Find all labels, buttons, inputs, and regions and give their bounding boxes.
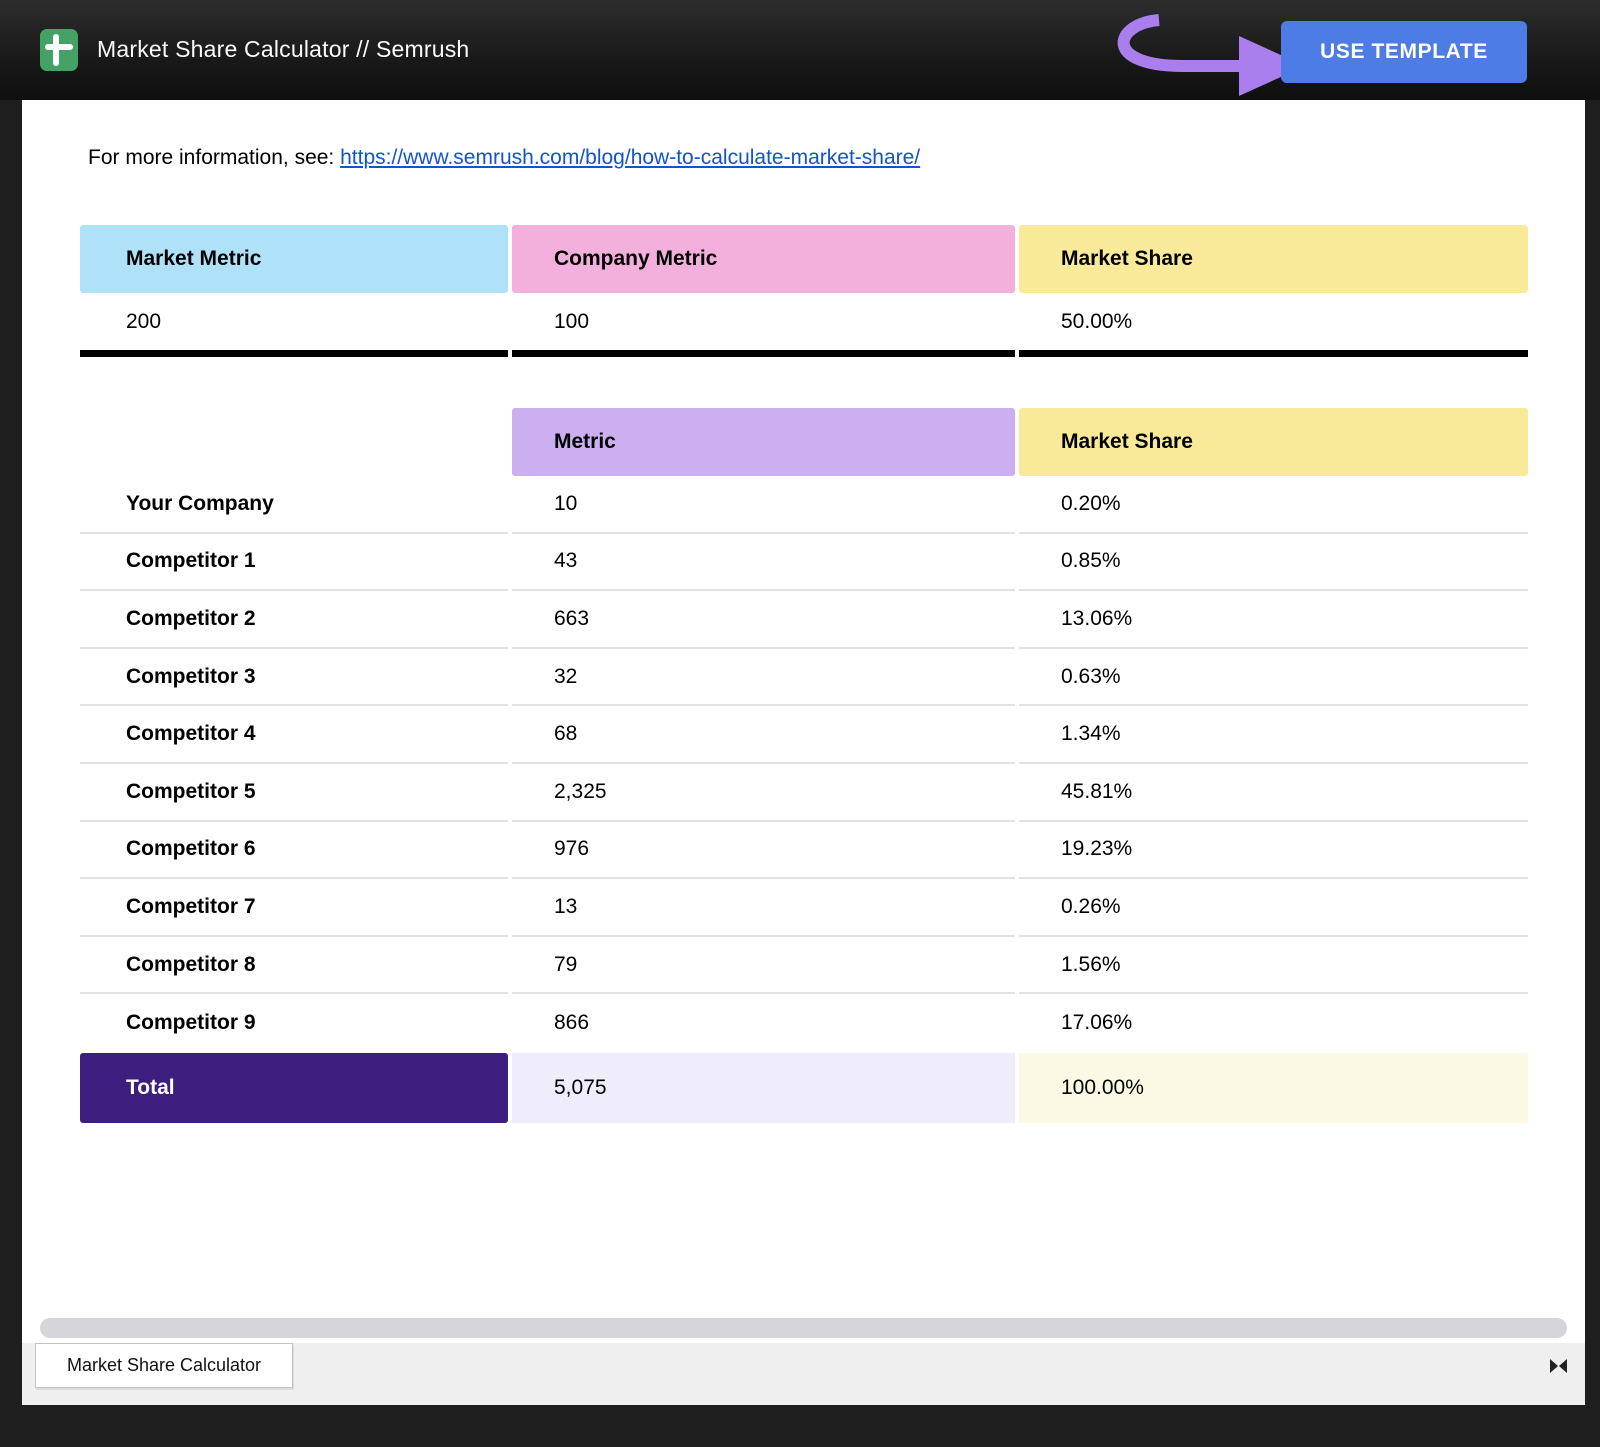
row-label: Competitor 4 <box>80 706 508 764</box>
row-label: Competitor 6 <box>80 822 508 880</box>
table-row: Competitor 5 2,325 45.81% <box>80 764 1528 822</box>
table-row: Your Company 10 0.20% <box>80 476 1528 534</box>
table-row: Competitor 1 43 0.85% <box>80 534 1528 592</box>
row-share-value: 0.26% <box>1019 879 1528 937</box>
row-share-value: 0.85% <box>1019 534 1528 592</box>
row-metric-value: 866 <box>512 994 1015 1052</box>
blog-link[interactable]: https://www.semrush.com/blog/how-to-calc… <box>340 146 920 169</box>
table-row: Competitor 9 866 17.06% <box>80 994 1528 1052</box>
total-row: Total 5,075 100.00% <box>80 1053 1528 1123</box>
top-bar: Market Share Calculator // Semrush USE T… <box>0 0 1600 100</box>
table-row: Competitor 2 663 13.06% <box>80 591 1528 649</box>
row-label: Competitor 7 <box>80 879 508 937</box>
table-row: Competitor 4 68 1.34% <box>80 706 1528 764</box>
sheets-icon-vertical-bar <box>53 34 59 66</box>
row-share-value: 13.06% <box>1019 591 1528 649</box>
curved-arrow-icon <box>1095 8 1310 103</box>
header-company-metric: Company Metric <box>512 225 1015 293</box>
header-market-metric: Market Metric <box>80 225 508 293</box>
row-label: Competitor 2 <box>80 591 508 649</box>
spreadsheet-canvas: For more information, see: https://www.s… <box>22 100 1585 1405</box>
row-label: Competitor 9 <box>80 994 508 1052</box>
info-line: For more information, see: https://www.s… <box>88 146 920 170</box>
row-metric-value: 13 <box>512 879 1015 937</box>
cell-market-metric-value: 200 <box>80 293 508 357</box>
row-label: Your Company <box>80 476 508 534</box>
header-empty <box>80 408 508 476</box>
row-metric-value: 68 <box>512 706 1015 764</box>
row-label: Competitor 5 <box>80 764 508 822</box>
total-label-cell: Total <box>80 1053 508 1123</box>
row-share-value: 45.81% <box>1019 764 1528 822</box>
row-share-value: 1.56% <box>1019 937 1528 995</box>
cell-market-share-value: 50.00% <box>1019 293 1528 357</box>
sheets-icon-horizontal-bar <box>45 44 73 50</box>
row-metric-value: 43 <box>512 534 1015 592</box>
competitors-header-row: Metric Market Share <box>80 408 1528 476</box>
summary-header-row: Market Metric Company Metric Market Shar… <box>80 225 1528 293</box>
total-share-cell: 100.00% <box>1019 1053 1528 1123</box>
row-label: Competitor 1 <box>80 534 508 592</box>
header-market-share-2: Market Share <box>1019 408 1528 476</box>
row-share-value: 1.34% <box>1019 706 1528 764</box>
sheet-tab-market-share-calculator[interactable]: Market Share Calculator <box>35 1343 293 1388</box>
competitor-rows: Your Company 10 0.20% Competitor 1 43 0.… <box>80 476 1528 1052</box>
table-row: Competitor 7 13 0.26% <box>80 879 1528 937</box>
summary-table: Market Metric Company Metric Market Shar… <box>80 225 1528 357</box>
summary-value-row: 200 100 50.00% <box>80 293 1528 357</box>
row-share-value: 17.06% <box>1019 994 1528 1052</box>
row-metric-value: 663 <box>512 591 1015 649</box>
row-metric-value: 976 <box>512 822 1015 880</box>
row-metric-value: 32 <box>512 649 1015 707</box>
use-template-button[interactable]: USE TEMPLATE <box>1281 21 1527 83</box>
horizontal-scrollbar[interactable] <box>40 1318 1567 1338</box>
cell-company-metric-value: 100 <box>512 293 1015 357</box>
sheet-tab-bar: Market Share Calculator <box>22 1343 1585 1405</box>
total-metric-cell: 5,075 <box>512 1053 1015 1123</box>
row-metric-value: 79 <box>512 937 1015 995</box>
row-share-value: 0.20% <box>1019 476 1528 534</box>
sheets-app-icon <box>40 29 78 71</box>
row-metric-value: 10 <box>512 476 1015 534</box>
row-metric-value: 2,325 <box>512 764 1015 822</box>
table-row: Competitor 6 976 19.23% <box>80 822 1528 880</box>
row-label: Competitor 3 <box>80 649 508 707</box>
document-title: Market Share Calculator // Semrush <box>97 36 469 63</box>
expand-icon[interactable] <box>1550 1359 1567 1373</box>
table-row: Competitor 8 79 1.56% <box>80 937 1528 995</box>
table-row: Competitor 3 32 0.63% <box>80 649 1528 707</box>
header-metric: Metric <box>512 408 1015 476</box>
info-prefix: For more information, see: <box>88 146 340 169</box>
competitors-table: Metric Market Share Your Company 10 0.20… <box>80 408 1528 1123</box>
row-share-value: 19.23% <box>1019 822 1528 880</box>
row-label: Competitor 8 <box>80 937 508 995</box>
header-market-share: Market Share <box>1019 225 1528 293</box>
row-share-value: 0.63% <box>1019 649 1528 707</box>
